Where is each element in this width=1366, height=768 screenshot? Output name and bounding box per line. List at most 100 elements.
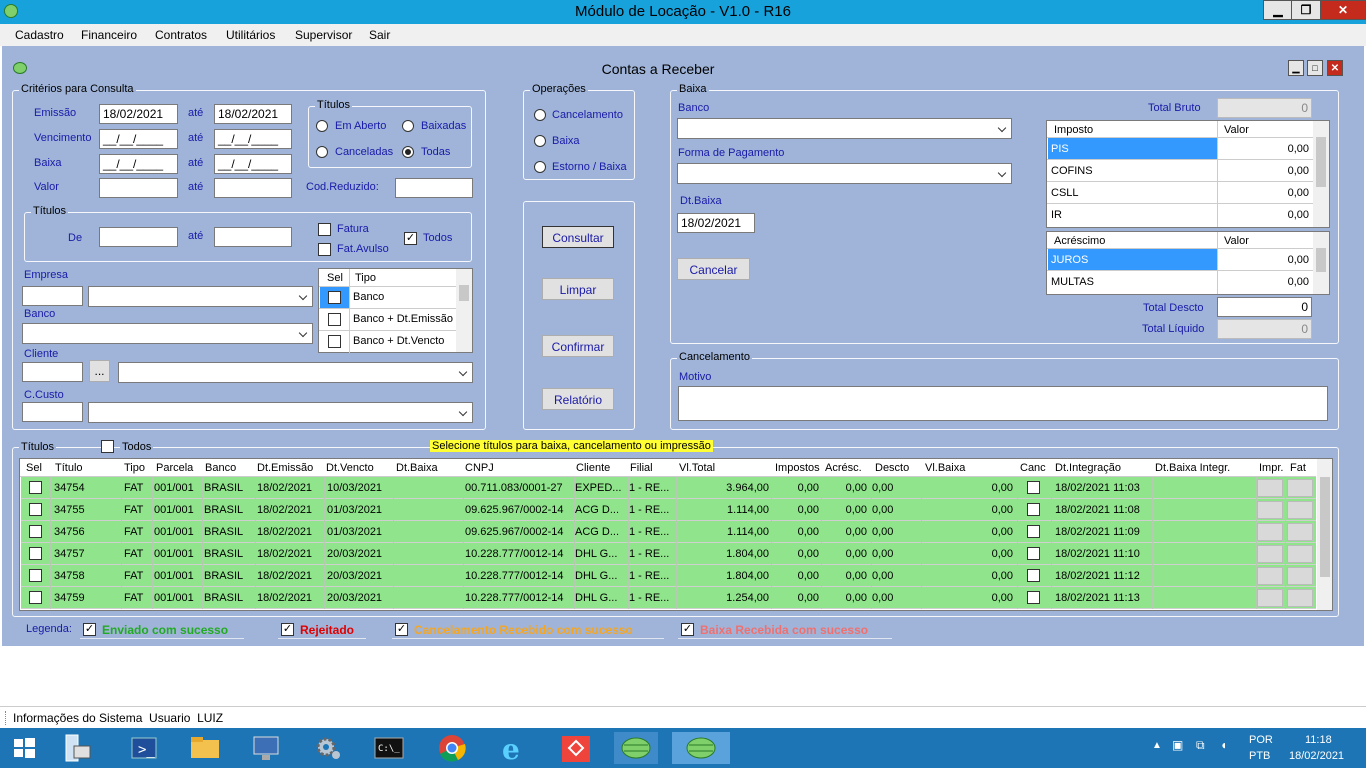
ccusto-select[interactable] [88, 402, 473, 423]
cell-parcela[interactable]: 001/001 [154, 504, 204, 516]
col-header-dt-vencto[interactable]: Dt.Vencto [326, 462, 374, 474]
ccusto-code-input[interactable] [22, 402, 83, 422]
cell-dt-emissao[interactable]: 18/02/2021 [257, 482, 325, 494]
cell-dt-vencto[interactable]: 10/03/2021 [327, 482, 395, 494]
cell-parcela[interactable]: 001/001 [154, 526, 204, 538]
cell-acresc[interactable]: 0,00 [821, 592, 867, 604]
cell-impostos[interactable]: 0,00 [773, 570, 819, 582]
cell-titulo[interactable]: 34754 [54, 482, 120, 494]
cell-dt-vencto[interactable]: 20/03/2021 [327, 548, 395, 560]
cell-acresc[interactable]: 0,00 [821, 526, 867, 538]
close-button[interactable]: ✕ [1320, 0, 1366, 20]
row-fat-button[interactable] [1287, 589, 1313, 607]
tipo-row[interactable]: Banco + Dt.Emissão [353, 313, 453, 325]
limpar-button[interactable]: Limpar [542, 278, 614, 300]
row-canc-checkbox[interactable] [1027, 525, 1040, 538]
imposto-row-value[interactable]: 0,00 [1223, 187, 1309, 199]
windows-start-icon[interactable] [2, 732, 46, 764]
legenda-rejeitado-checkbox[interactable]: ✓ [281, 623, 294, 636]
row-select-checkbox[interactable] [29, 525, 42, 538]
app-taskbar-icon[interactable] [614, 732, 658, 764]
cell-filial[interactable]: 1 - RE... [629, 526, 677, 538]
titulos-todos-checkbox[interactable] [101, 440, 114, 453]
row-impr-button[interactable] [1257, 479, 1283, 497]
emissao-de-input[interactable]: 18/02/2021 [99, 104, 178, 124]
forma-pagamento-select[interactable] [677, 163, 1012, 184]
cell-dt-emissao[interactable]: 18/02/2021 [257, 526, 325, 538]
cod-reduzido-input[interactable] [395, 178, 473, 198]
internet-explorer-icon[interactable]: e [492, 732, 536, 766]
clock-date[interactable]: 18/02/2021 [1289, 750, 1344, 762]
menu-cadastro[interactable]: Cadastro [15, 28, 64, 42]
cell-dt-integracao[interactable]: 18/02/2021 11:12 [1055, 570, 1155, 582]
cell-dt-emissao[interactable]: 18/02/2021 [257, 570, 325, 582]
todas-radio[interactable] [402, 146, 414, 158]
cell-vl-total[interactable]: 3.964,00 [677, 482, 769, 494]
baixa-banco-select[interactable] [677, 118, 1012, 139]
settings-gear-icon[interactable] [306, 732, 350, 764]
row-impr-button[interactable] [1257, 545, 1283, 563]
tipo-scrollbar[interactable] [456, 269, 472, 352]
cell-cnpj[interactable]: 09.625.967/0002-14 [465, 504, 575, 516]
col-header-tipo[interactable]: Tipo [124, 462, 145, 474]
table-row[interactable]: 34757 FAT 001/001 BRASIL 18/02/2021 20/03/202… [21, 543, 1316, 565]
cell-vl-baixa[interactable]: 0,00 [921, 482, 1013, 494]
cell-parcela[interactable]: 001/001 [154, 548, 204, 560]
network-icon[interactable]: ▣ [1172, 738, 1183, 752]
acrescimo-row-value[interactable]: 0,00 [1223, 254, 1309, 266]
cell-dt-vencto[interactable]: 20/03/2021 [327, 592, 395, 604]
cell-dt-emissao[interactable]: 18/02/2021 [257, 548, 325, 560]
cell-parcela[interactable]: 001/001 [154, 482, 204, 494]
tipo-row-checkbox[interactable] [328, 335, 341, 348]
cell-banco[interactable]: BRASIL [204, 482, 256, 494]
cell-parcela[interactable]: 001/001 [154, 592, 204, 604]
cell-tipo[interactable]: FAT [124, 570, 154, 582]
dt-baixa-input[interactable]: 18/02/2021 [677, 213, 755, 233]
cancelamento-radio[interactable] [534, 109, 546, 121]
menu-contratos[interactable]: Contratos [155, 28, 207, 42]
command-prompt-icon[interactable]: C:\_ [367, 732, 411, 764]
cell-acresc[interactable]: 0,00 [821, 504, 867, 516]
cell-vl-baixa[interactable]: 0,00 [921, 570, 1013, 582]
estorno-radio[interactable] [534, 161, 546, 173]
cell-dt-vencto[interactable]: 01/03/2021 [327, 504, 395, 516]
imposto-row-name[interactable]: COFINS [1051, 165, 1093, 177]
row-fat-button[interactable] [1287, 523, 1313, 541]
col-header-sel[interactable]: Sel [26, 462, 42, 474]
empresa-code-input[interactable] [22, 286, 83, 306]
cliente-select[interactable] [118, 362, 473, 383]
cell-vl-total[interactable]: 1.804,00 [677, 570, 769, 582]
emissao-ate-input[interactable]: 18/02/2021 [214, 104, 292, 124]
titulo-ate-input[interactable] [214, 227, 292, 247]
cell-titulo[interactable]: 34759 [54, 592, 120, 604]
cell-descto[interactable]: 0,00 [872, 526, 922, 538]
col-header-cnpj[interactable]: CNPJ [465, 462, 494, 474]
cell-impostos[interactable]: 0,00 [773, 592, 819, 604]
col-header-dt-integracao[interactable]: Dt.Integração [1055, 462, 1121, 474]
row-impr-button[interactable] [1257, 567, 1283, 585]
anydesk-icon[interactable] [554, 732, 598, 764]
app-taskbar-icon-active[interactable] [672, 732, 730, 764]
imposto-row-name[interactable]: PIS [1051, 143, 1069, 155]
cell-descto[interactable]: 0,00 [872, 482, 922, 494]
row-canc-checkbox[interactable] [1027, 569, 1040, 582]
cell-cliente[interactable]: ACG D... [575, 504, 629, 516]
cell-titulo[interactable]: 34758 [54, 570, 120, 582]
acrescimo-row-name[interactable]: MULTAS [1051, 276, 1094, 288]
cell-descto[interactable]: 0,00 [872, 548, 922, 560]
cell-descto[interactable]: 0,00 [872, 570, 922, 582]
cancelar-button[interactable]: Cancelar [677, 258, 750, 280]
row-select-checkbox[interactable] [29, 569, 42, 582]
menu-sair[interactable]: Sair [369, 28, 390, 42]
cell-cliente[interactable]: EXPED... [575, 482, 629, 494]
cell-cnpj[interactable]: 09.625.967/0002-14 [465, 526, 575, 538]
col-header-vl-baixa[interactable]: Vl.Baixa [925, 462, 965, 474]
empresa-select[interactable] [88, 286, 313, 307]
col-header-parcela[interactable]: Parcela [156, 462, 193, 474]
acrescimo-row-value[interactable]: 0,00 [1223, 276, 1309, 288]
cell-vl-baixa[interactable]: 0,00 [921, 592, 1013, 604]
menu-utilitarios[interactable]: Utilitários [226, 28, 275, 42]
cell-titulo[interactable]: 34755 [54, 504, 120, 516]
baixadas-radio[interactable] [402, 120, 414, 132]
valor-de-input[interactable] [99, 178, 178, 198]
